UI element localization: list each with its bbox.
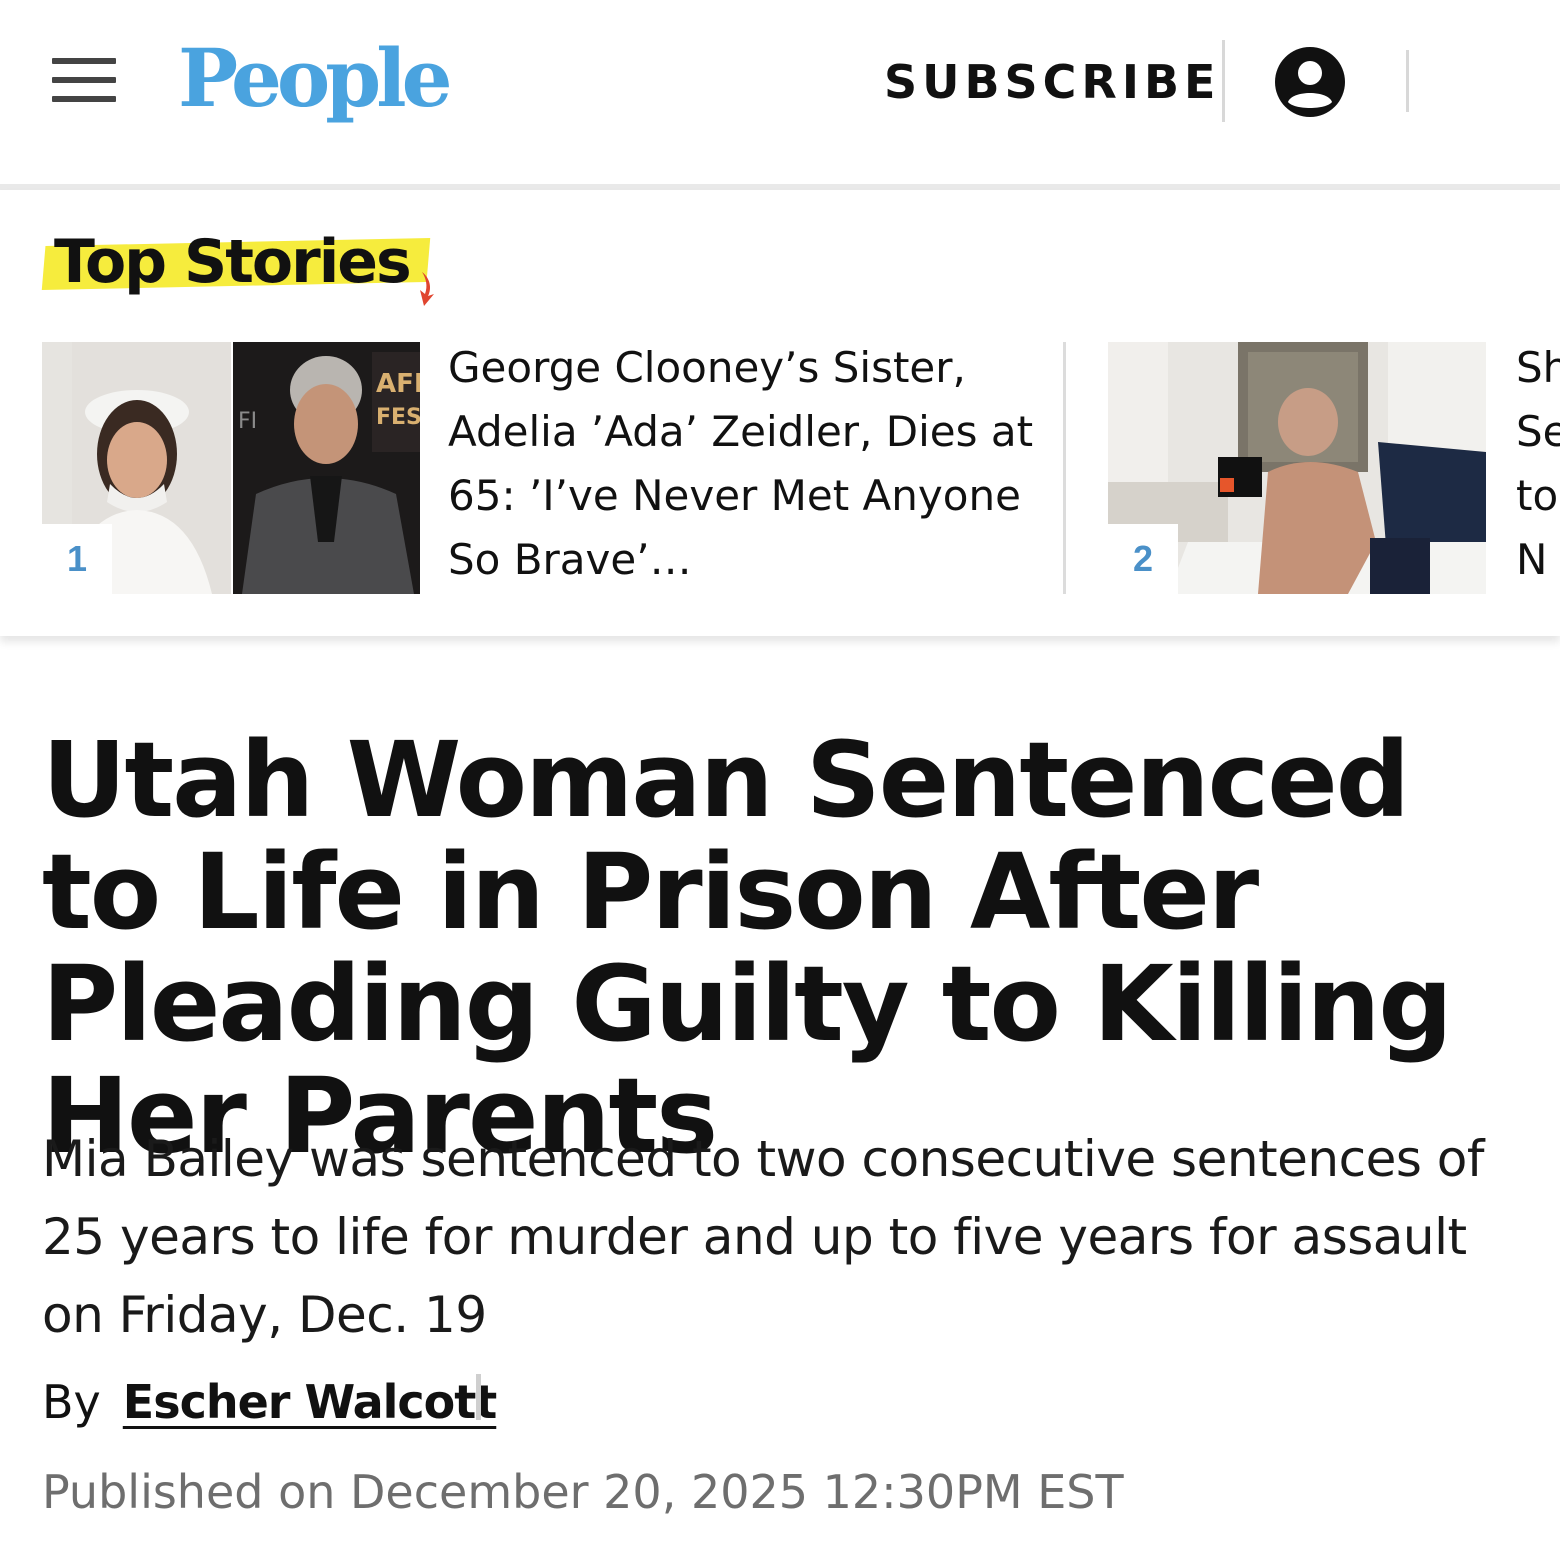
account-icon[interactable] <box>1274 46 1346 118</box>
header-divider <box>1222 40 1225 122</box>
published-date: Published on December 20, 2025 12:30PM E… <box>42 1465 1124 1519</box>
story-rank: 1 <box>42 524 112 594</box>
byline: By Escher Walcott <box>42 1372 497 1432</box>
top-stories-title: Top Stories <box>54 227 412 297</box>
arrow-icon <box>420 272 434 306</box>
story-rank: 2 <box>1108 524 1178 594</box>
subscribe-button[interactable]: SUBSCRIBE <box>884 56 1220 108</box>
card-divider <box>1063 342 1066 594</box>
byline-divider <box>476 1374 481 1420</box>
top-story-card[interactable]: AFI FEST FI 1 George Clooney’s Sister, A… <box>42 342 1052 594</box>
story-title[interactable]: George Clooney’s Sister, Adelia ’Ada’ Ze… <box>448 336 1048 594</box>
story-thumbnail: 2 <box>1108 342 1486 594</box>
header-divider <box>1406 50 1409 112</box>
svg-text:FEST: FEST <box>376 405 420 430</box>
author-link[interactable]: Escher Walcott <box>123 1375 497 1429</box>
byline-prefix: By <box>42 1375 101 1429</box>
story-thumbnail: AFI FEST FI 1 <box>42 342 420 594</box>
svg-text:FI: FI <box>238 409 257 434</box>
top-stories-carousel: Top Stories AFI FEST FI <box>0 190 1560 636</box>
site-header: People SUBSCRIBE <box>0 0 1560 186</box>
top-stories-heading: Top Stories <box>41 224 442 316</box>
top-story-card[interactable]: 2 Sh Se to N <box>1108 342 1560 594</box>
site-logo[interactable]: People <box>178 28 452 128</box>
menu-icon[interactable] <box>52 58 116 104</box>
svg-text:AFI: AFI <box>376 369 420 399</box>
story-title[interactable]: Sh Se to N <box>1516 342 1560 594</box>
article-dek: Mia Bailey was sentenced to two consecut… <box>42 1130 1484 1344</box>
article-headline: Utah Woman Sentenced to Life in Prison A… <box>42 719 1453 1177</box>
